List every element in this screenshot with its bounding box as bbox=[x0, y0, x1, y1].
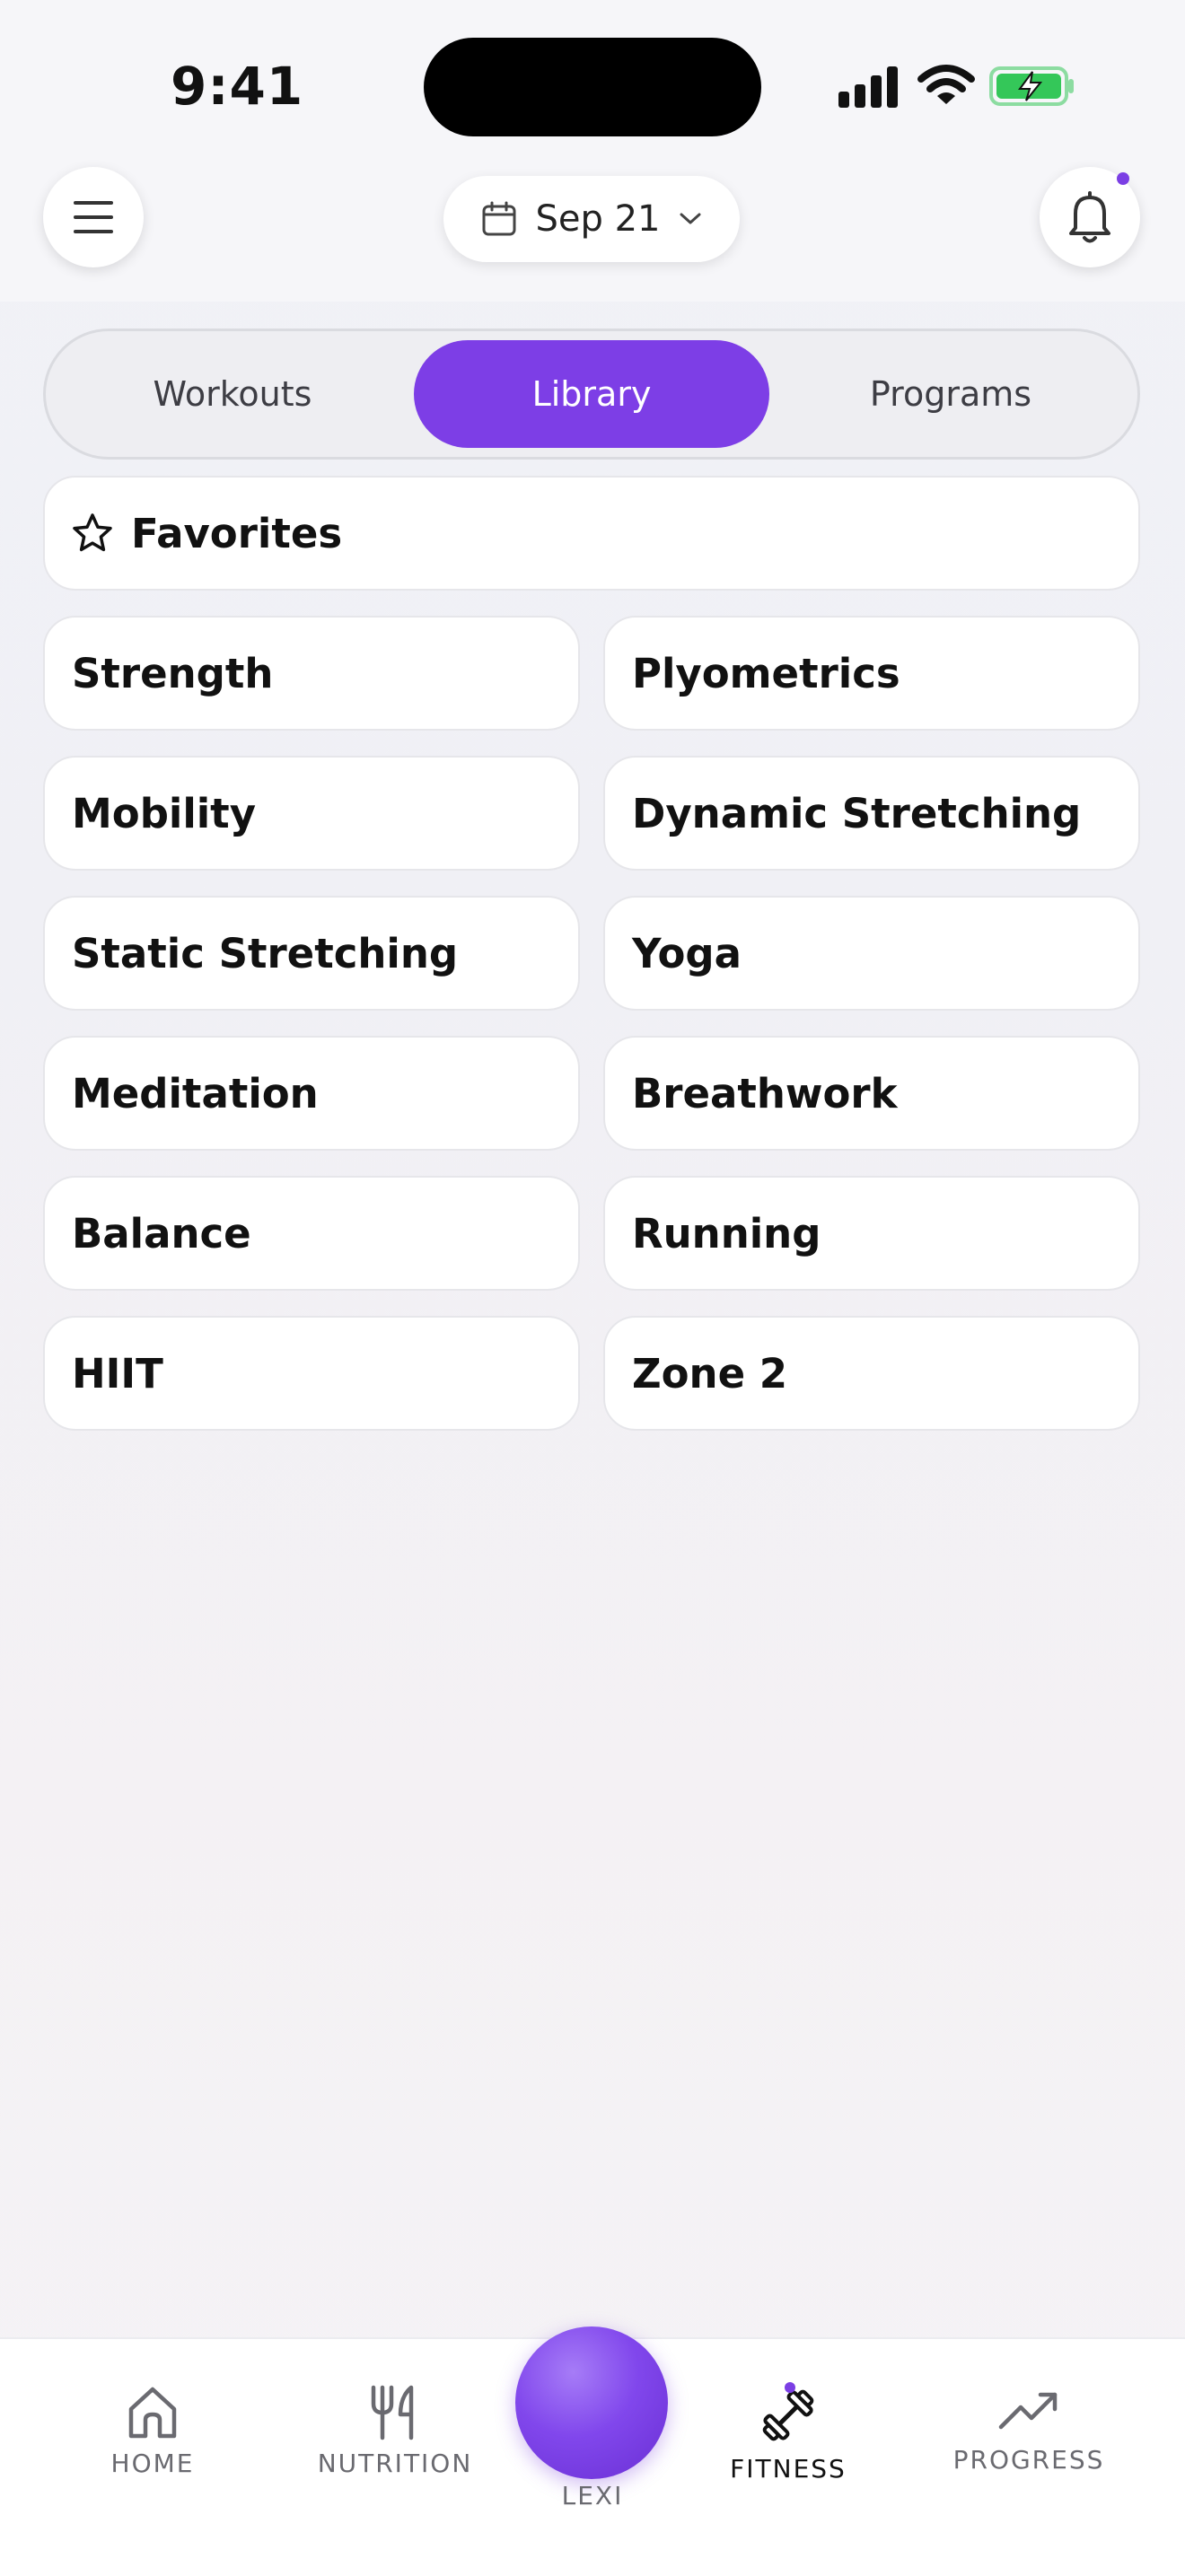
category-card[interactable]: Meditation bbox=[43, 1036, 580, 1151]
favorites-label: Favorites bbox=[131, 509, 343, 557]
status-time: 9:41 bbox=[171, 56, 304, 117]
fork-knife-icon bbox=[371, 2385, 414, 2440]
menu-icon bbox=[74, 201, 113, 233]
bell-icon bbox=[1069, 191, 1110, 243]
wifi-icon bbox=[917, 65, 975, 104]
notifications-button[interactable] bbox=[1040, 167, 1140, 267]
category-card[interactable]: Zone 2 bbox=[603, 1316, 1140, 1431]
category-card[interactable]: Static Stretching bbox=[43, 896, 580, 1011]
category-label: Breathwork bbox=[632, 1069, 898, 1117]
category-label: Yoga bbox=[632, 929, 742, 977]
category-label: Meditation bbox=[72, 1069, 319, 1117]
dynamic-island bbox=[424, 38, 761, 136]
category-card[interactable]: Mobility bbox=[43, 756, 580, 871]
star-icon bbox=[73, 513, 112, 552]
tab-programs[interactable]: Programs bbox=[773, 340, 1128, 448]
battery-charging-icon bbox=[989, 66, 1074, 106]
category-card[interactable]: HIIT bbox=[43, 1316, 580, 1431]
category-label: Dynamic Stretching bbox=[632, 789, 1082, 837]
lexi-assistant-button[interactable] bbox=[515, 2326, 668, 2479]
calendar-icon bbox=[482, 201, 516, 236]
cellular-signal-icon bbox=[838, 66, 898, 108]
home-icon bbox=[128, 2387, 177, 2439]
dumbbell-icon bbox=[762, 2389, 814, 2441]
category-card[interactable]: Plyometrics bbox=[603, 616, 1140, 731]
category-label: HIIT bbox=[72, 1349, 163, 1398]
category-label: Plyometrics bbox=[632, 649, 900, 697]
nav-progress-label: PROGRESS bbox=[952, 2445, 1105, 2475]
nav-home-label: HOME bbox=[110, 2449, 195, 2478]
category-card[interactable]: Strength bbox=[43, 616, 580, 731]
category-card[interactable]: Yoga bbox=[603, 896, 1140, 1011]
favorites-card[interactable]: Favorites bbox=[43, 476, 1140, 591]
nav-fitness[interactable]: FITNESS bbox=[680, 2384, 896, 2484]
menu-button[interactable] bbox=[43, 167, 144, 267]
nav-fitness-label: FITNESS bbox=[730, 2454, 847, 2484]
date-picker-button[interactable]: Sep 21 bbox=[443, 176, 740, 262]
category-label: Zone 2 bbox=[632, 1349, 788, 1398]
category-label: Mobility bbox=[72, 789, 257, 837]
category-card[interactable]: Running bbox=[603, 1176, 1140, 1291]
nav-lexi-label: LEXI bbox=[561, 2481, 624, 2510]
category-label: Balance bbox=[72, 1209, 251, 1257]
fitness-active-dot bbox=[785, 2382, 795, 2393]
category-card[interactable]: Dynamic Stretching bbox=[603, 756, 1140, 871]
trending-up-icon bbox=[998, 2392, 1058, 2430]
category-card[interactable]: Breathwork bbox=[603, 1036, 1140, 1151]
category-label: Static Stretching bbox=[72, 929, 459, 977]
chevron-down-icon bbox=[680, 213, 700, 224]
tab-library[interactable]: Library bbox=[414, 340, 769, 448]
category-label: Running bbox=[632, 1209, 821, 1257]
category-label: Strength bbox=[72, 649, 274, 697]
nav-home[interactable]: HOME bbox=[45, 2384, 260, 2478]
date-label: Sep 21 bbox=[535, 198, 661, 240]
nav-progress[interactable]: PROGRESS bbox=[921, 2384, 1137, 2475]
status-bar: 9:41 bbox=[0, 0, 1185, 171]
nav-nutrition[interactable]: NUTRITION bbox=[287, 2384, 503, 2478]
category-card[interactable]: Balance bbox=[43, 1176, 580, 1291]
section-tabs: Workouts Library Programs bbox=[43, 329, 1140, 460]
notification-badge bbox=[1117, 172, 1129, 185]
nav-nutrition-label: NUTRITION bbox=[317, 2449, 473, 2478]
tab-workouts[interactable]: Workouts bbox=[55, 340, 410, 448]
